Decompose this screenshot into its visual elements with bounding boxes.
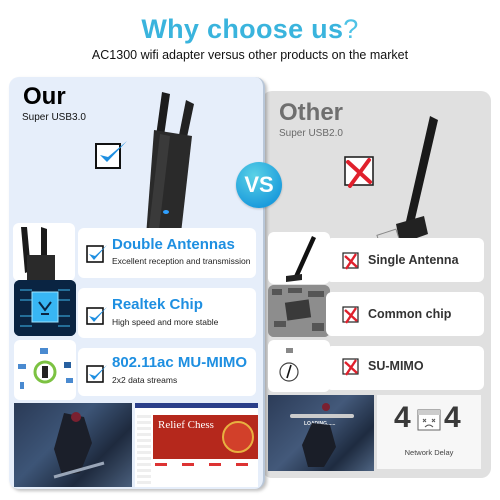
game-character-image [53, 412, 105, 479]
feature-title: 802.11ac MU-MIMO [112, 354, 248, 371]
mu-mimo-thumbnail [14, 340, 76, 400]
delay-digit-left: 4 [394, 401, 411, 434]
network-delay-label: Network Delay [404, 448, 454, 457]
web-sidebar [137, 415, 151, 485]
feature-realtek-chip: Realtek Chip High speed and more stable [78, 288, 256, 338]
big-cross-icon [344, 156, 374, 188]
check-icon [86, 307, 107, 325]
feature-double-antennas: Double Antennas Excellent reception and … [78, 228, 256, 278]
web-category-bar [155, 463, 255, 466]
feature-title: Realtek Chip [112, 296, 203, 313]
other-usb-label: Super USB2.0 [279, 128, 343, 139]
realtek-chip-thumbnail [14, 280, 76, 336]
feature-title: Common chip [368, 307, 452, 321]
vs-badge: VS [236, 162, 282, 208]
game-screenshot-loading: LOADING...... [268, 395, 374, 471]
single-antenna-thumbnail [268, 232, 330, 284]
antenna-pair-icon [21, 227, 55, 281]
antenna-thumbnail [13, 223, 75, 281]
question-mark: ? [343, 14, 359, 44]
shop-webpage-screenshot: Relief Chess [135, 403, 258, 487]
web-banner: Relief Chess [153, 415, 258, 459]
single-antenna-adapter-image [376, 116, 438, 246]
check-icon [86, 365, 107, 383]
feature-desc: 2x2 data streams [112, 375, 178, 385]
our-heading: Our [23, 83, 66, 110]
game-character-image [302, 403, 336, 467]
feature-title: Single Antenna [368, 253, 459, 267]
feature-title: Double Antennas [112, 236, 235, 253]
network-delay-panel: 4 4 Network Delay [377, 395, 481, 469]
cross-icon [342, 252, 359, 270]
feature-title: SU-MIMO [368, 359, 424, 373]
banner-text: Relief Chess [158, 419, 214, 431]
feature-desc: High speed and more stable [112, 317, 219, 327]
feature-desc: Excellent reception and transmission [112, 256, 251, 266]
feature-single-antenna: Single Antenna [326, 238, 484, 282]
cross-icon [342, 358, 359, 376]
web-navbar [135, 403, 258, 408]
single-antenna-icon [286, 236, 316, 282]
our-usb-label: Super USB3.0 [22, 112, 86, 123]
feature-su-mimo: SU-MIMO [326, 346, 484, 390]
circuit-board-icon [268, 285, 330, 337]
mimo-devices-icon [18, 348, 73, 389]
chip-icon [14, 280, 76, 336]
page-title: Why choose us? [0, 14, 500, 45]
check-icon [86, 245, 107, 263]
common-chip-thumbnail [268, 285, 330, 337]
big-check-icon [95, 141, 127, 169]
other-heading: Other [279, 99, 344, 126]
title-text: Why choose us [141, 14, 344, 44]
banner-medallion [222, 421, 254, 453]
page-subtitle: AC1300 wifi adapter versus other product… [91, 48, 409, 62]
feature-mu-mimo: 802.11ac MU-MIMO 2x2 data streams [78, 348, 256, 396]
delay-digit-right: 4 [444, 401, 461, 434]
sad-face-error-icon [417, 409, 441, 431]
feature-common-chip: Common chip [326, 292, 484, 336]
su-mimo-icon [279, 348, 299, 382]
su-mimo-thumbnail [268, 340, 330, 392]
cross-icon [342, 306, 359, 324]
game-screenshot-smooth [14, 403, 132, 487]
